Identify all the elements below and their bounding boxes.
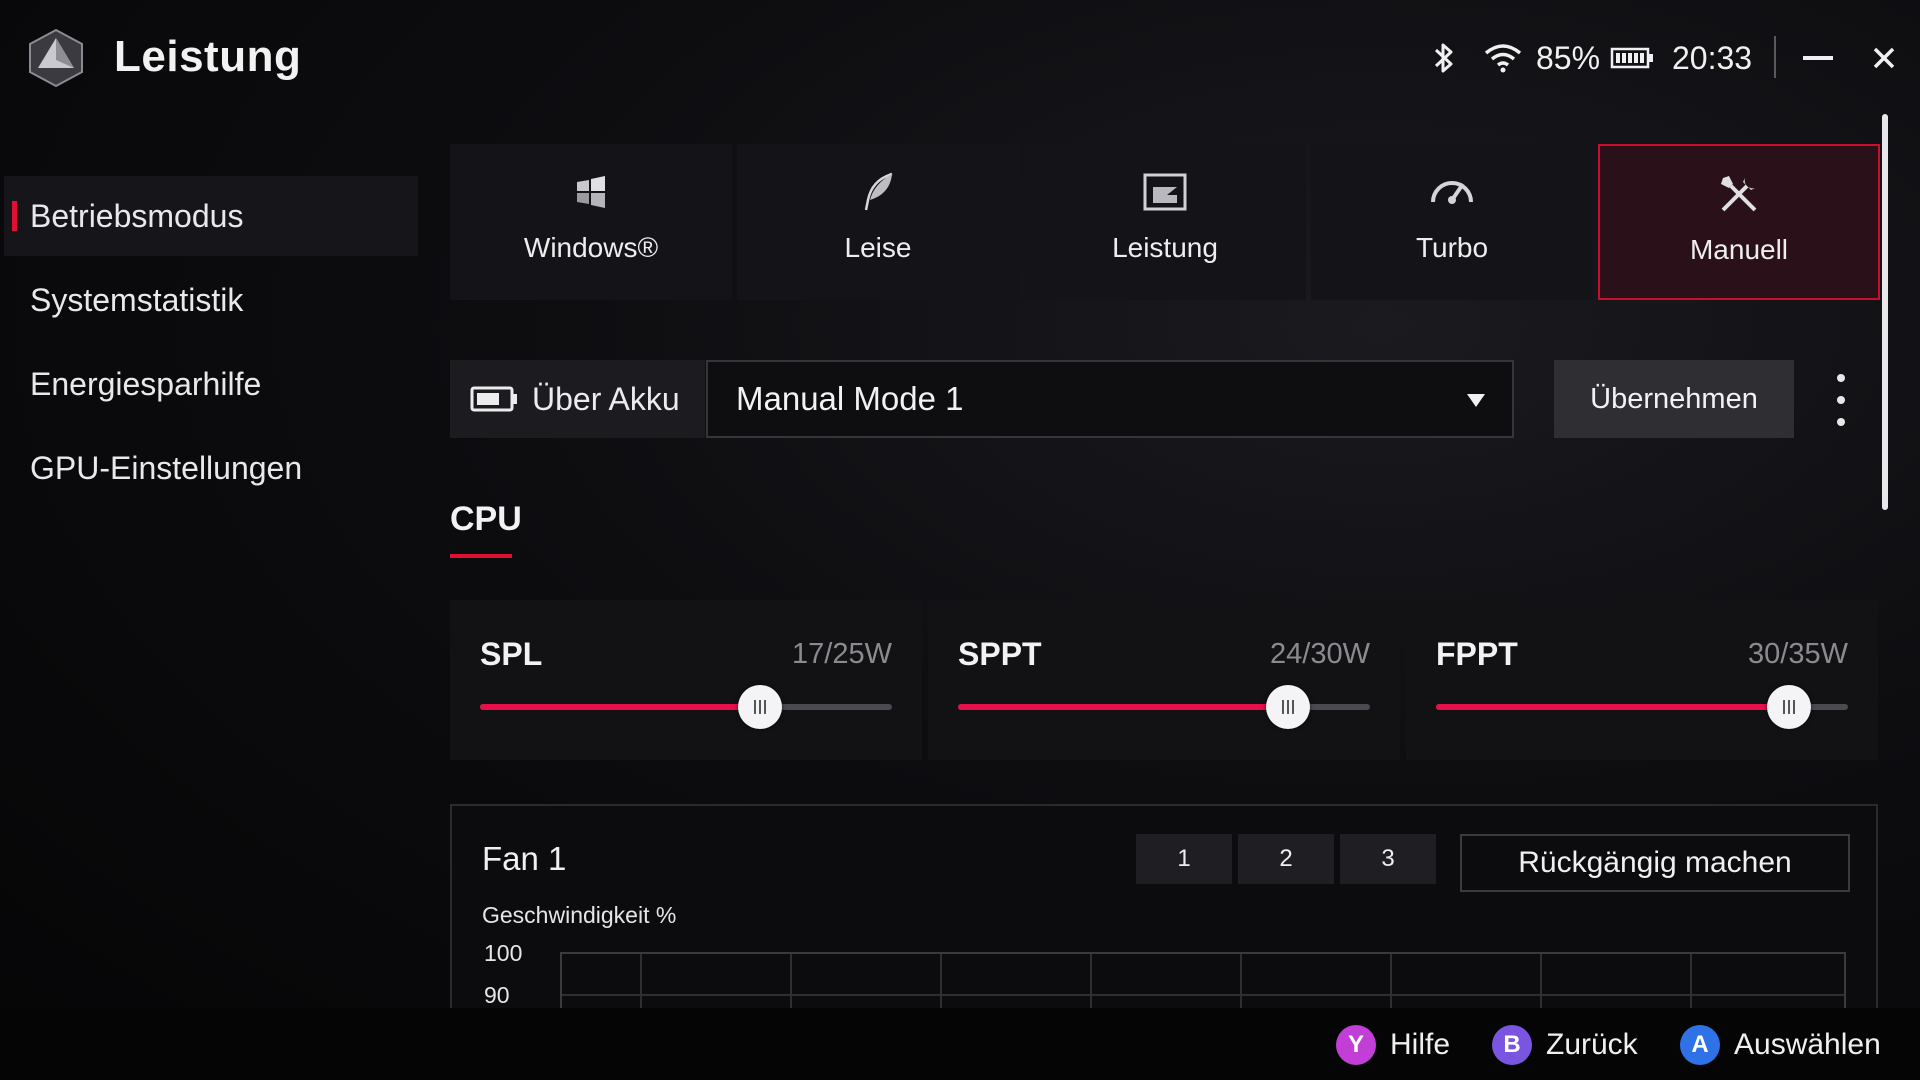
y-tick-label: 90 [484,982,510,1008]
power-source-indicator: Über Akku [450,360,705,438]
y-tick-label: 100 [484,940,523,966]
slider-name: FPPT [1436,636,1518,672]
slider-fill [958,704,1288,710]
y-button-icon: Y [1336,1025,1376,1065]
tools-icon [1717,170,1761,218]
clock: 20:33 [1672,39,1753,76]
battery-icon [1610,36,1654,80]
power-source-label: Über Akku [532,380,680,417]
tab-cpu[interactable]: CPU [450,500,522,539]
performance-icon [1143,168,1187,216]
sppt-slider-track[interactable] [958,685,1370,729]
slider-fill [480,704,761,710]
scrollbar-thumb[interactable] [1882,114,1888,510]
fppt-slider-thumb[interactable] [1767,685,1812,729]
fan-preset-3-button[interactable]: 3 [1340,834,1436,884]
bluetooth-icon [1432,36,1456,80]
hint-help[interactable]: Y Hilfe [1336,1022,1450,1068]
app-title: Leistung [114,32,302,81]
slider-card-fppt: FPPT 30/35W [1406,600,1878,760]
fan-y-axis-label: Geschwindigkeit % [482,902,677,928]
slider-value: 30/35W [1748,638,1848,670]
mode-label: Manuell [1689,234,1789,265]
sidebar-item-systemstatistik[interactable]: Systemstatistik [4,260,418,340]
fan-preset-2-button[interactable]: 2 [1238,834,1334,884]
mode-label: Windows® [523,232,659,263]
fan-curve-panel: Fan 1 1 2 3 Rückgängig machen Geschwindi… [450,804,1878,1024]
mode-label: Leise [844,232,912,263]
wifi-icon [1484,36,1522,80]
sidebar-item-energiesparhilfe[interactable]: Energiesparhilfe [4,344,418,424]
slider-name: SPL [480,636,543,672]
more-icon [1837,374,1845,382]
divider [1774,36,1776,78]
slider-name: SPPT [958,636,1042,672]
sidebar-item-label: Systemstatistik [30,281,244,318]
fan-preset-1-button[interactable]: 1 [1136,834,1232,884]
undo-button[interactable]: Rückgängig machen [1460,834,1850,892]
app-logo-icon [28,28,84,88]
spl-slider-track[interactable] [480,685,892,729]
fan-title: Fan 1 [482,840,567,877]
battery-icon [470,386,517,412]
hint-select[interactable]: A Auswählen [1680,1022,1881,1068]
slider-value: 17/25W [792,638,892,670]
mode-label: Turbo [1415,232,1489,263]
sidebar-item-label: GPU-Einstellungen [30,449,303,486]
slider-fill [1436,704,1790,710]
sppt-slider-thumb[interactable] [1265,685,1310,729]
mode-tile-manuell[interactable]: Manuell [1598,144,1880,300]
sidebar-item-betriebsmodus[interactable]: Betriebsmodus [4,176,418,256]
hint-label: Auswählen [1734,1028,1881,1061]
minimize-icon [1803,56,1833,60]
minimize-button[interactable] [1796,36,1840,80]
battery-percent: 85% [1536,39,1601,76]
mode-tile-leise[interactable]: Leise [737,144,1019,300]
close-button[interactable] [1862,36,1906,80]
more-options-button[interactable] [1826,374,1856,426]
hint-label: Hilfe [1390,1028,1451,1061]
b-button-icon: B [1492,1025,1532,1065]
hint-label: Zurück [1546,1028,1638,1061]
spl-slider-thumb[interactable] [738,685,783,729]
a-button-icon: A [1680,1025,1720,1065]
mode-tile-windows[interactable]: Windows® [450,144,732,300]
feather-icon [858,168,898,216]
tab-indicator [450,554,512,558]
speedometer-icon [1429,168,1475,216]
close-icon [1873,47,1895,69]
profile-select[interactable]: Manual Mode 1 [706,360,1514,438]
apply-button[interactable]: Übernehmen [1554,360,1794,438]
slider-value: 24/30W [1270,638,1370,670]
mode-tile-leistung[interactable]: Leistung [1024,144,1306,300]
hint-back[interactable]: B Zurück [1492,1022,1638,1068]
sidebar-item-gpu-einstellungen[interactable]: GPU-Einstellungen [4,428,418,508]
mode-label: Leistung [1112,232,1218,263]
windows-icon [571,168,611,216]
fppt-slider-track[interactable] [1436,685,1848,729]
sidebar-item-label: Energiesparhilfe [30,365,262,402]
mode-tile-turbo[interactable]: Turbo [1311,144,1593,300]
sidebar-item-label: Betriebsmodus [30,197,244,234]
slider-card-spl: SPL 17/25W [450,600,922,760]
profile-select-value: Manual Mode 1 [736,380,964,417]
slider-card-sppt: SPPT 24/30W [928,600,1400,760]
chevron-down-icon [1467,394,1485,407]
